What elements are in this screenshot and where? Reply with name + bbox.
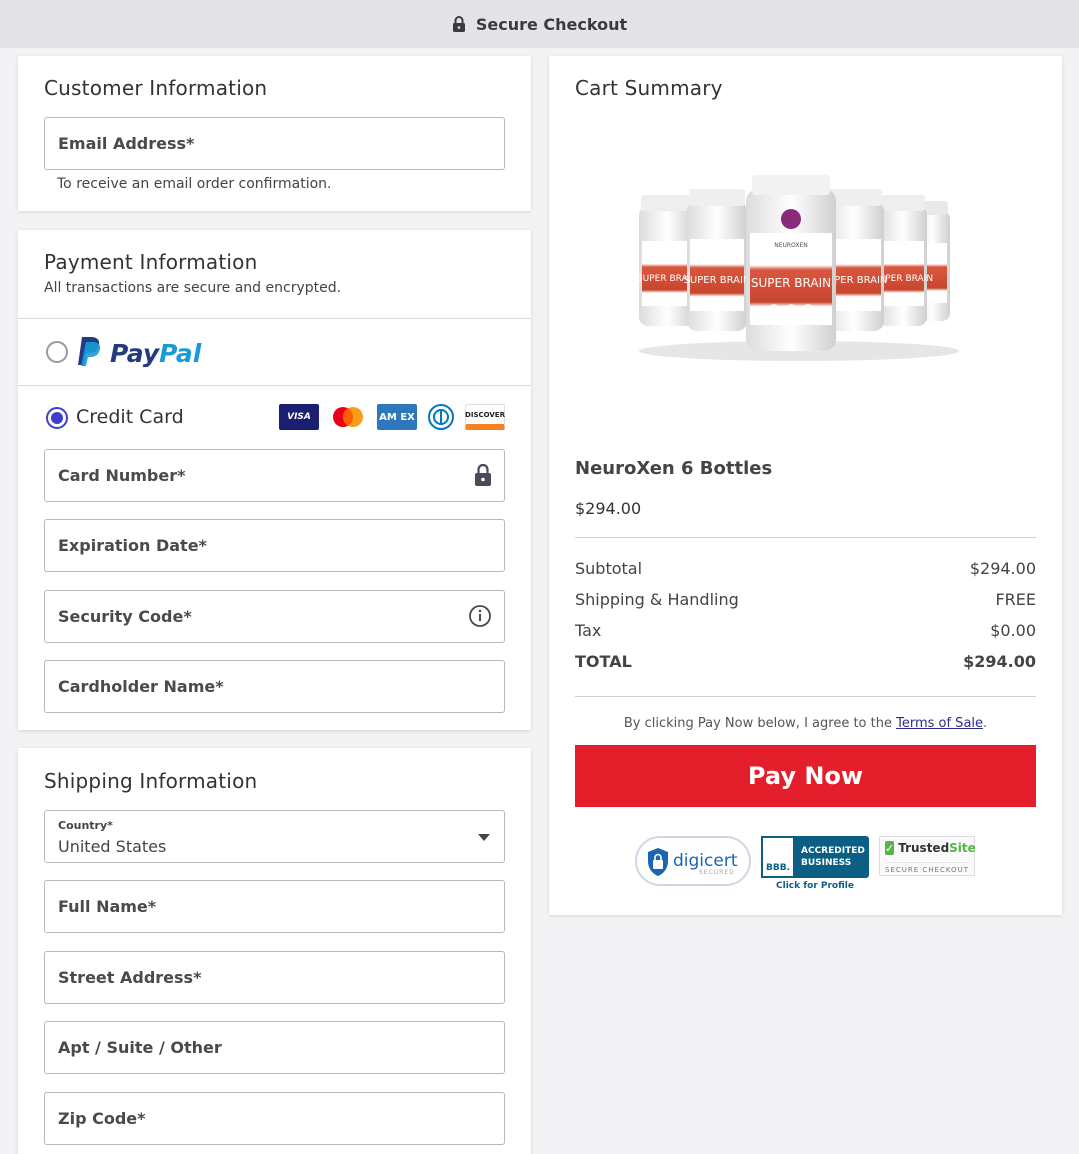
subtotal-row: Subtotal $294.00 [575, 559, 1036, 578]
terms-of-sale-link[interactable]: Terms of Sale [896, 716, 983, 731]
cardholder-name-input[interactable] [45, 661, 504, 712]
shipping-information-card: Shipping Information Country* United Sta… [18, 748, 531, 1154]
page-title: Secure Checkout [475, 14, 628, 34]
customer-information-card: Customer Information To receive an email… [18, 56, 531, 211]
subtotal-value: $294.00 [969, 559, 1036, 578]
bbb-click-for-profile[interactable]: Click for Profile [776, 881, 854, 891]
cardholder-name-field-wrapper [44, 660, 505, 713]
divider [575, 537, 1036, 538]
payment-subtitle: All transactions are secure and encrypte… [44, 280, 342, 296]
chevron-down-icon [478, 834, 490, 841]
full-name-input[interactable] [45, 881, 504, 932]
terms-text: By clicking Pay Now below, I agree to th… [623, 716, 988, 731]
product-price: $294.00 [575, 499, 642, 518]
total-row: TOTAL $294.00 [575, 652, 1036, 671]
country-label: Country* [58, 819, 113, 832]
email-input[interactable] [45, 118, 504, 169]
customer-information-title: Customer Information [44, 76, 268, 100]
shipping-information-title: Shipping Information [44, 769, 258, 793]
divider [18, 385, 531, 386]
email-help-text: To receive an email order confirmation. [57, 176, 332, 192]
digicert-secured-text: SECURED [699, 869, 735, 876]
subtotal-label: Subtotal [575, 559, 643, 578]
payment-information-title: Payment Information [44, 250, 258, 274]
discover-icon: DISCOVER [465, 404, 505, 430]
divider [18, 318, 531, 319]
secure-checkout-bar: Secure Checkout [0, 0, 1079, 48]
digicert-text: digicert [673, 851, 738, 871]
svg-text:NEUROXEN: NEUROXEN [774, 242, 808, 249]
expiration-date-input[interactable] [45, 520, 504, 571]
paypal-icon [76, 336, 102, 370]
tax-row: Tax $0.00 [575, 621, 1036, 640]
credit-card-radio[interactable] [46, 407, 68, 429]
pay-now-button[interactable]: Pay Now [575, 745, 1036, 807]
cart-summary-card: Cart Summary SUPER BRAIN SUPER BRAIN SUP… [549, 56, 1062, 915]
trustedsite-title: ✓ TrustedSite [885, 841, 976, 855]
amex-icon: AM EX [377, 404, 417, 430]
info-icon[interactable] [468, 604, 492, 632]
mastercard-icon [328, 404, 368, 430]
cart-summary-title: Cart Summary [575, 76, 723, 100]
card-number-input[interactable] [45, 450, 504, 501]
apt-suite-input[interactable] [45, 1022, 504, 1073]
country-value: United States [58, 837, 167, 856]
card-number-field-wrapper [44, 449, 505, 502]
trustedsite-badge[interactable]: ✓ TrustedSite SECURE CHECKOUT [879, 836, 976, 876]
bottle: NEUROXEN SUPER BRAIN [746, 175, 836, 351]
product-image: SUPER BRAIN SUPER BRAIN SUPER BRAIN SUPE… [637, 175, 959, 361]
svg-text:SUPER BRAIN: SUPER BRAIN [684, 275, 751, 286]
bottle: SUPER BRAIN [684, 189, 751, 331]
diners-icon [426, 404, 456, 430]
bbb-accredited-box: BBB. ACCREDITED BUSINESS [761, 836, 869, 878]
payment-information-card: Payment Information All transactions are… [18, 230, 531, 730]
shipping-value: FREE [995, 590, 1036, 609]
apt-suite-field-wrapper [44, 1021, 505, 1074]
product-name: NeuroXen 6 Bottles [575, 458, 773, 479]
shipping-row: Shipping & Handling FREE [575, 590, 1036, 609]
security-code-field-wrapper [44, 590, 505, 643]
trust-badges: digicert SECURED BBB. ACCREDITED BUSINESS… [635, 836, 976, 891]
shipping-label: Shipping & Handling [575, 590, 739, 609]
email-field-wrapper [44, 117, 505, 170]
security-code-input[interactable] [45, 591, 504, 642]
svg-text:SUPER BRAIN: SUPER BRAIN [751, 276, 831, 290]
zip-code-input[interactable] [45, 1093, 504, 1144]
total-value: $294.00 [963, 652, 1036, 671]
paypal-wordmark: PayPal [110, 338, 202, 368]
street-address-input[interactable] [45, 952, 504, 1003]
bbb-logo-icon: BBB. [761, 836, 795, 878]
bbb-accredited-text: ACCREDITED BUSINESS [801, 846, 865, 868]
credit-card-label[interactable]: Credit Card [76, 406, 184, 428]
accepted-cards: VISA AM EX DISCOVER [279, 404, 505, 430]
total-label: TOTAL [575, 652, 632, 671]
full-name-field-wrapper [44, 880, 505, 933]
visa-icon: VISA [279, 404, 319, 430]
tax-label: Tax [575, 621, 602, 640]
checkmark-icon: ✓ [885, 841, 895, 855]
paypal-option[interactable]: PayPal [76, 336, 201, 370]
street-address-field-wrapper [44, 951, 505, 1004]
paypal-radio[interactable] [46, 341, 68, 363]
shield-lock-icon [647, 847, 669, 881]
expiration-date-field-wrapper [44, 519, 505, 572]
divider [575, 696, 1036, 697]
lock-icon [452, 16, 466, 32]
country-select[interactable]: Country* United States [44, 810, 505, 863]
trustedsite-secure-checkout: SECURE CHECKOUT [885, 862, 969, 874]
digicert-badge[interactable]: digicert SECURED [635, 836, 751, 886]
tax-value: $0.00 [990, 621, 1036, 640]
zip-code-field-wrapper [44, 1092, 505, 1145]
lock-icon [474, 463, 492, 491]
bbb-badge[interactable]: BBB. ACCREDITED BUSINESS Click for Profil… [761, 836, 869, 891]
